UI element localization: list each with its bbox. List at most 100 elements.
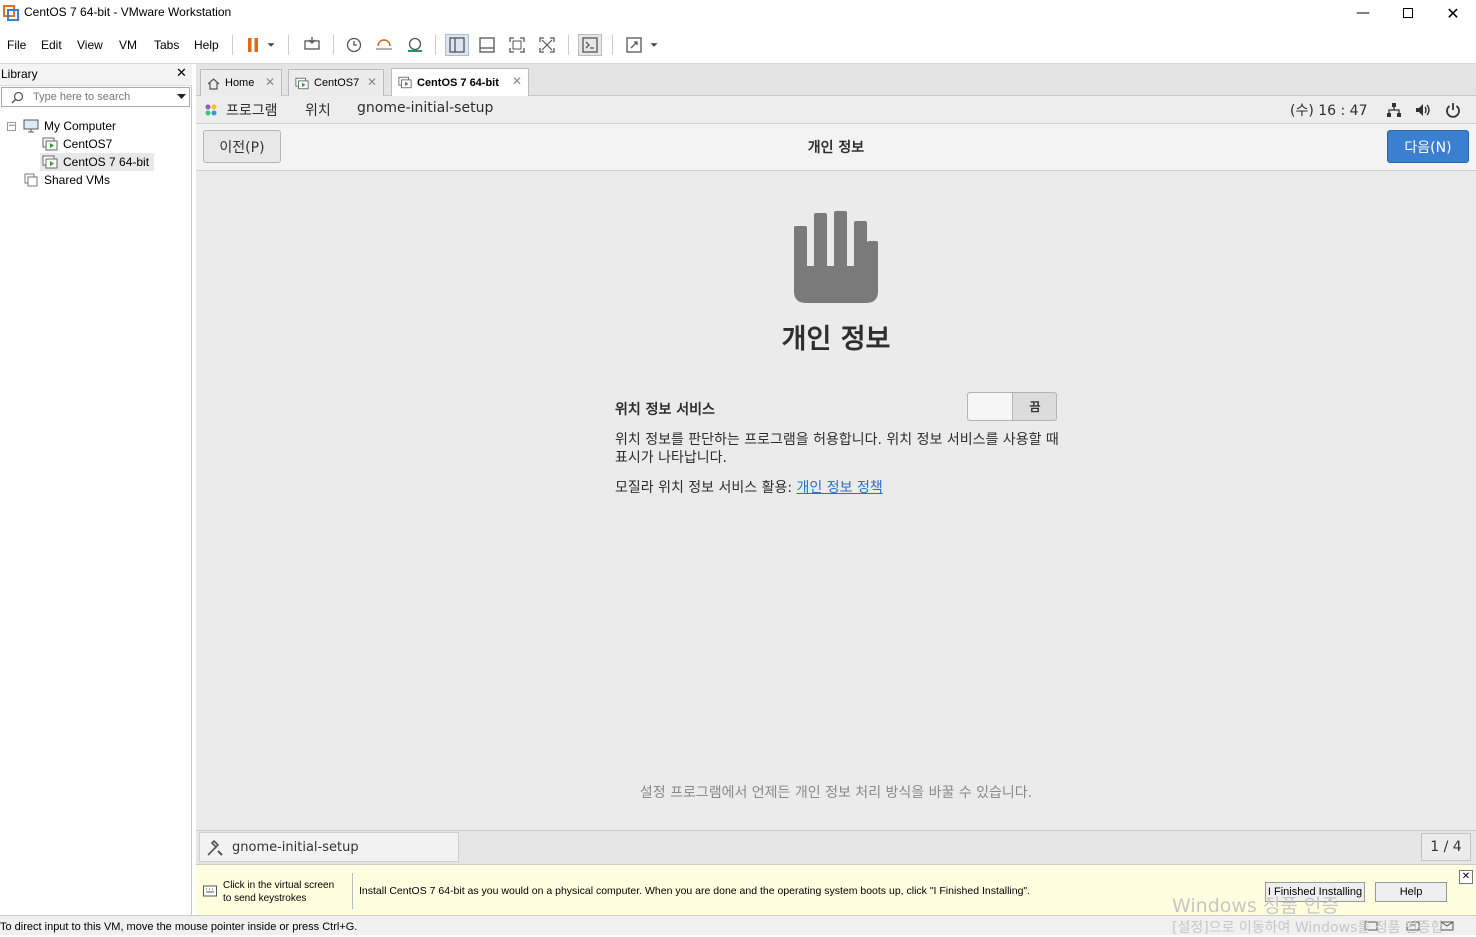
revert-snapshot-button[interactable] <box>372 34 396 56</box>
tree-centos7[interactable]: CentOS7 <box>63 137 112 151</box>
clock-icon <box>346 37 362 53</box>
toggle-slider <box>968 393 1013 420</box>
taskbar-app-label: gnome-initial-setup <box>232 840 359 855</box>
pause-icon <box>248 38 258 52</box>
title-bar: CentOS 7 64-bit - VMware Workstation — ✕ <box>0 0 1476 26</box>
gnome-applications-menu[interactable]: 프로그램 <box>226 100 278 120</box>
snapshot-button[interactable] <box>342 34 366 56</box>
maximize-button[interactable] <box>1385 0 1431 26</box>
close-icon: ✕ <box>1461 871 1471 882</box>
help-button[interactable]: Help <box>1375 882 1447 902</box>
close-window-button[interactable]: ✕ <box>1430 0 1476 26</box>
close-icon: ✕ <box>1446 3 1460 23</box>
back-button[interactable]: 이전(P) <box>203 130 281 163</box>
keyboard-icon <box>203 885 217 897</box>
computer-icon <box>23 119 39 133</box>
search-input[interactable]: Type here to search <box>33 91 130 103</box>
status-text: To direct input to this VM, move the mou… <box>0 921 358 933</box>
library-title: Library <box>1 67 38 81</box>
chevron-down-icon <box>267 43 275 47</box>
console-view-button[interactable] <box>578 34 602 56</box>
volume-icon[interactable] <box>1415 102 1431 118</box>
stretch-guest-button[interactable] <box>622 34 646 56</box>
stretch-dropdown-button[interactable] <box>646 34 662 56</box>
vm-icon <box>42 137 58 151</box>
menu-file[interactable]: File <box>7 38 26 52</box>
vm-icon <box>398 76 412 89</box>
privacy-hand-icon <box>794 211 878 303</box>
pause-button[interactable] <box>241 34 265 56</box>
tab-bar: Home ✕ CentOS7 ✕ CentOS 7 64-bit ✕ <box>196 64 1476 96</box>
library-search[interactable]: Type here to search <box>1 87 190 107</box>
snapshot-manager-button[interactable] <box>403 34 427 56</box>
library-panel: Library ✕ Type here to search − My Compu… <box>0 64 192 915</box>
header-title: 개인 정보 <box>807 140 865 156</box>
home-icon <box>207 77 220 90</box>
location-services-label: 위치 정보 서비스 <box>615 402 715 418</box>
chevron-down-icon[interactable] <box>177 94 186 100</box>
mozilla-text: 모질라 위치 정보 서비스 활용: <box>615 480 793 496</box>
close-tab-icon[interactable]: ✕ <box>512 74 522 88</box>
gnome-bottom-bar: gnome-initial-setup 1 / 4 <box>196 830 1476 864</box>
menu-edit[interactable]: Edit <box>41 38 62 52</box>
menu-vm[interactable]: VM <box>119 38 137 52</box>
keyboard-icon <box>304 37 320 50</box>
activation-watermark-text: [설정]으로 이동하여 Windows를 정품 인증합 <box>1172 920 1444 936</box>
install-message: Install CentOS 7 64-bit as you would on … <box>359 885 1031 897</box>
mozilla-line: 모질라 위치 정보 서비스 활용: 개인 정보 정책 <box>615 477 883 497</box>
vmware-app-icon <box>3 5 19 21</box>
tree-shared-vms[interactable]: Shared VMs <box>44 173 110 187</box>
stretch-icon <box>626 37 642 53</box>
next-button[interactable]: 다음(N) <box>1387 130 1469 163</box>
chevron-down-icon <box>650 43 658 47</box>
power-icon[interactable] <box>1445 102 1461 118</box>
gnome-clock[interactable]: (수) 16 : 47 <box>1290 100 1368 120</box>
menu-tabs[interactable]: Tabs <box>154 38 179 52</box>
unity-icon <box>539 37 555 53</box>
vm-icon <box>295 77 309 89</box>
close-tab-icon[interactable]: ✕ <box>367 75 377 89</box>
vm-icon <box>42 155 58 169</box>
menu-help[interactable]: Help <box>194 38 219 52</box>
minimize-button[interactable]: — <box>1340 0 1386 26</box>
show-library-button[interactable] <box>445 34 469 56</box>
tree-centos7-64bit[interactable]: CentOS 7 64-bit <box>63 155 149 169</box>
privacy-policy-link[interactable]: 개인 정보 정책 <box>797 480 883 496</box>
click-hint-line2: to send keystrokes <box>223 893 307 904</box>
unity-button[interactable] <box>535 34 559 56</box>
show-thumbnail-bar-button[interactable] <box>475 34 499 56</box>
location-description: 위치 정보를 판단하는 프로그램을 허용합니다. 위치 정보 서비스를 사용할 … <box>615 432 1059 466</box>
tab-home[interactable]: Home ✕ <box>200 69 282 96</box>
send-ctrl-alt-del-button[interactable] <box>300 34 324 56</box>
power-dropdown-button[interactable] <box>263 34 279 56</box>
setup-header-bar: 이전(P) 개인 정보 다음(N) <box>196 124 1476 171</box>
tools-icon <box>207 839 223 856</box>
full-screen-button[interactable] <box>505 34 529 56</box>
location-services-toggle[interactable]: 끔 <box>967 392 1057 421</box>
tab-label: Home <box>225 77 255 89</box>
close-hint-button[interactable]: ✕ <box>1459 870 1473 884</box>
close-tab-icon[interactable]: ✕ <box>265 75 275 89</box>
workspace-pager[interactable]: 1 / 4 <box>1421 833 1471 861</box>
gnome-places-menu[interactable]: 위치 <box>305 100 331 120</box>
window-title: CentOS 7 64-bit - VMware Workstation <box>24 5 232 19</box>
library-header: Library ✕ <box>0 64 192 86</box>
gnome-foot-icon <box>205 104 217 116</box>
tab-label: CentOS7 <box>314 77 360 89</box>
close-icon: ✕ <box>176 66 187 81</box>
network-icon[interactable] <box>1386 102 1402 118</box>
tree-my-computer[interactable]: My Computer <box>44 119 116 133</box>
close-library-button[interactable]: ✕ <box>176 66 187 81</box>
activation-watermark-title: Windows 정품 인증 <box>1172 895 1339 917</box>
tab-centos7-64bit[interactable]: CentOS 7 64-bit ✕ <box>391 68 529 96</box>
taskbar-window-button[interactable]: gnome-initial-setup <box>199 832 459 862</box>
gnome-app-menu[interactable]: gnome-initial-setup <box>357 100 493 116</box>
minimize-icon: — <box>1356 5 1370 21</box>
gnome-top-bar: 프로그램 위치 gnome-initial-setup (수) 16 : 47 <box>196 96 1476 124</box>
revert-icon <box>376 39 392 50</box>
tab-centos7[interactable]: CentOS7 ✕ <box>288 69 384 96</box>
menu-view[interactable]: View <box>77 38 103 52</box>
collapse-toggle[interactable]: − <box>7 122 16 131</box>
menu-toolbar: File Edit View VM Tabs Help <box>0 26 1476 64</box>
full-screen-icon <box>509 37 525 53</box>
